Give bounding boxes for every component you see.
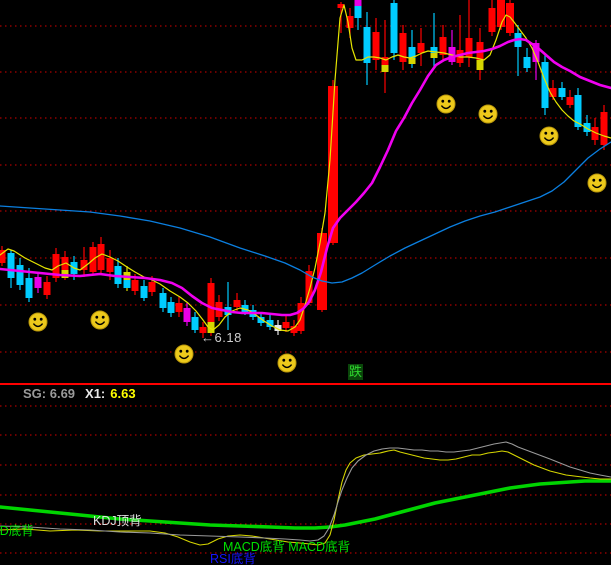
smiley-marker-icon [29, 313, 47, 331]
smiley-marker-icon [175, 345, 193, 363]
x1-label: X1: [85, 386, 105, 401]
price-low-label: ←6.18 [201, 331, 242, 344]
smiley-marker-icon [437, 95, 455, 113]
arrow-left-icon: ← [201, 330, 215, 345]
indicator-header: SG: 6.69 X1: 6.63 [23, 387, 136, 400]
chart-window: ←6.18 跌 SG: 6.69X1:6.63 KDJ顶背 MACD底背 MAC… [0, 0, 611, 565]
smiley-marker-icon [278, 354, 296, 372]
smiley-marker-icon [479, 105, 497, 123]
candlestick-chart[interactable] [0, 0, 611, 565]
rsi-divergence-label: RSI底背 [210, 553, 256, 565]
fall-tag: 跌 [348, 364, 363, 380]
smiley-marker-icon [588, 174, 606, 192]
x1-value: 6.63 [110, 386, 135, 401]
sg-value: SG: 6.69 [23, 386, 75, 401]
macd-divergence-label-left: MACD底背 [0, 525, 34, 538]
price-low-value: 6.18 [215, 330, 242, 345]
smiley-marker-icon [540, 127, 558, 145]
kdj-divergence-label: KDJ顶背 [93, 515, 142, 528]
smiley-marker-icon [91, 311, 109, 329]
